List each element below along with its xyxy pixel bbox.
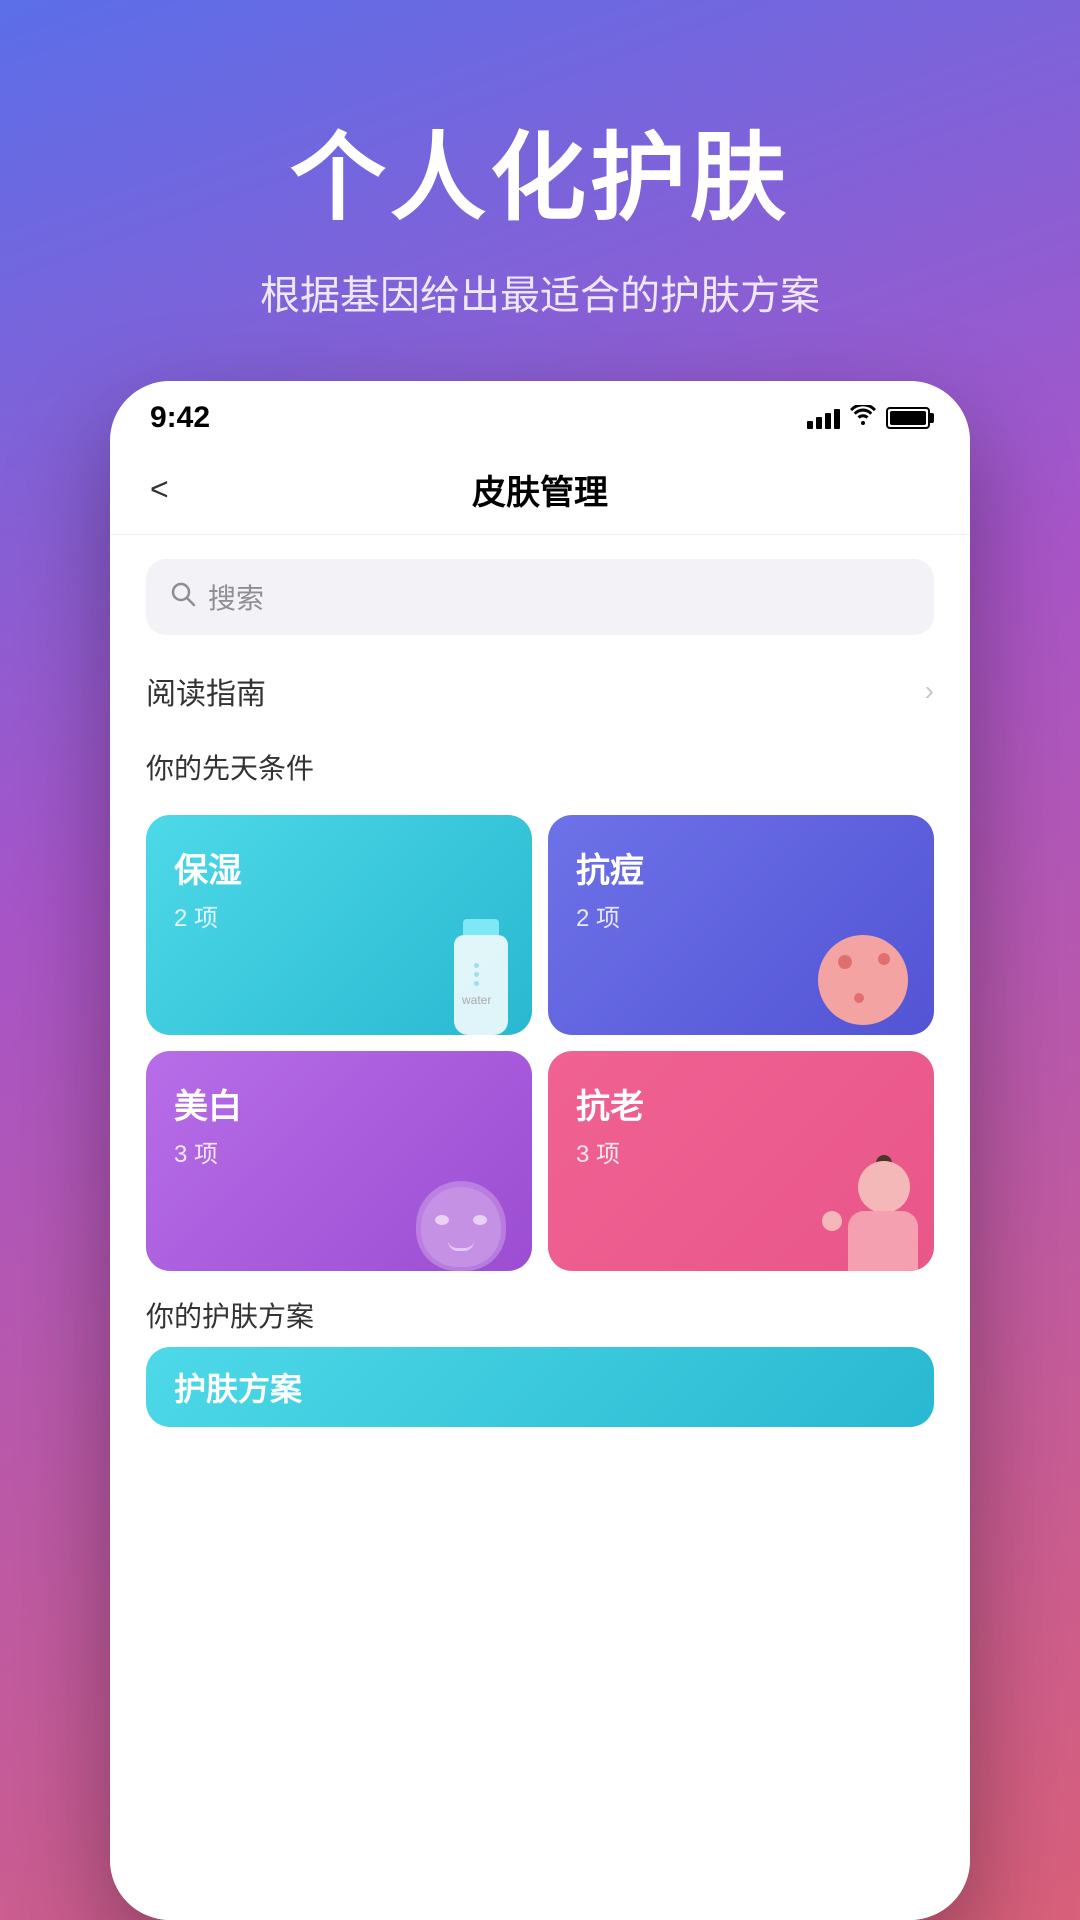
innate-section-title: 你的先天条件 [146,747,934,787]
card-acne[interactable]: 抗痘 2 项 [548,815,934,1035]
cards-grid: 保湿 2 项 water [146,815,934,1271]
card-whitening[interactable]: 美白 3 项 [146,1051,532,1271]
water-bottle-illustration: water [446,915,516,1035]
card-antiaging-title: 抗老 [576,1079,906,1128]
status-icons [807,405,930,431]
page-title: 皮肤管理 [472,465,608,514]
app-content: 搜索 阅读指南 › 你的先天条件 保湿 2 项 [110,535,970,1920]
wifi-icon [850,405,876,431]
guide-label: 阅读指南 [146,669,266,713]
plan-section-title: 你的护肤方案 [146,1295,934,1335]
status-time: 9:42 [150,401,210,435]
skincare-plan-title: 护肤方案 [174,1364,302,1410]
guide-row[interactable]: 阅读指南 › [146,659,934,723]
search-placeholder: 搜索 [208,577,264,617]
skincare-plan-card[interactable]: 护肤方案 [146,1347,934,1427]
plan-section: 你的护肤方案 护肤方案 [146,1295,934,1427]
card-antiaging[interactable]: 抗老 3 项 [548,1051,934,1271]
mask-illustration [406,1161,516,1271]
card-moisturize-title: 保湿 [174,843,504,892]
hero-title: 个人化护肤 [60,100,1020,239]
phone-mockup: 9:42 < 皮肤管理 [110,381,970,1920]
battery-icon [886,407,930,429]
chevron-right-icon: › [925,675,934,707]
signal-icon [807,407,840,429]
card-acne-title: 抗痘 [576,843,906,892]
app-header: < 皮肤管理 [110,445,970,535]
person-illustration [818,1161,918,1271]
card-acne-count: 2 项 [576,898,906,933]
hero-section: 个人化护肤 根据基因给出最适合的护肤方案 [0,0,1080,381]
hero-subtitle: 根据基因给出最适合的护肤方案 [60,263,1020,321]
search-icon [170,581,196,614]
card-whitening-title: 美白 [174,1079,504,1128]
status-bar: 9:42 [110,381,970,445]
search-bar[interactable]: 搜索 [146,559,934,635]
card-moisturize[interactable]: 保湿 2 项 water [146,815,532,1035]
acne-face-illustration [818,935,918,1035]
back-button[interactable]: < [150,471,169,508]
